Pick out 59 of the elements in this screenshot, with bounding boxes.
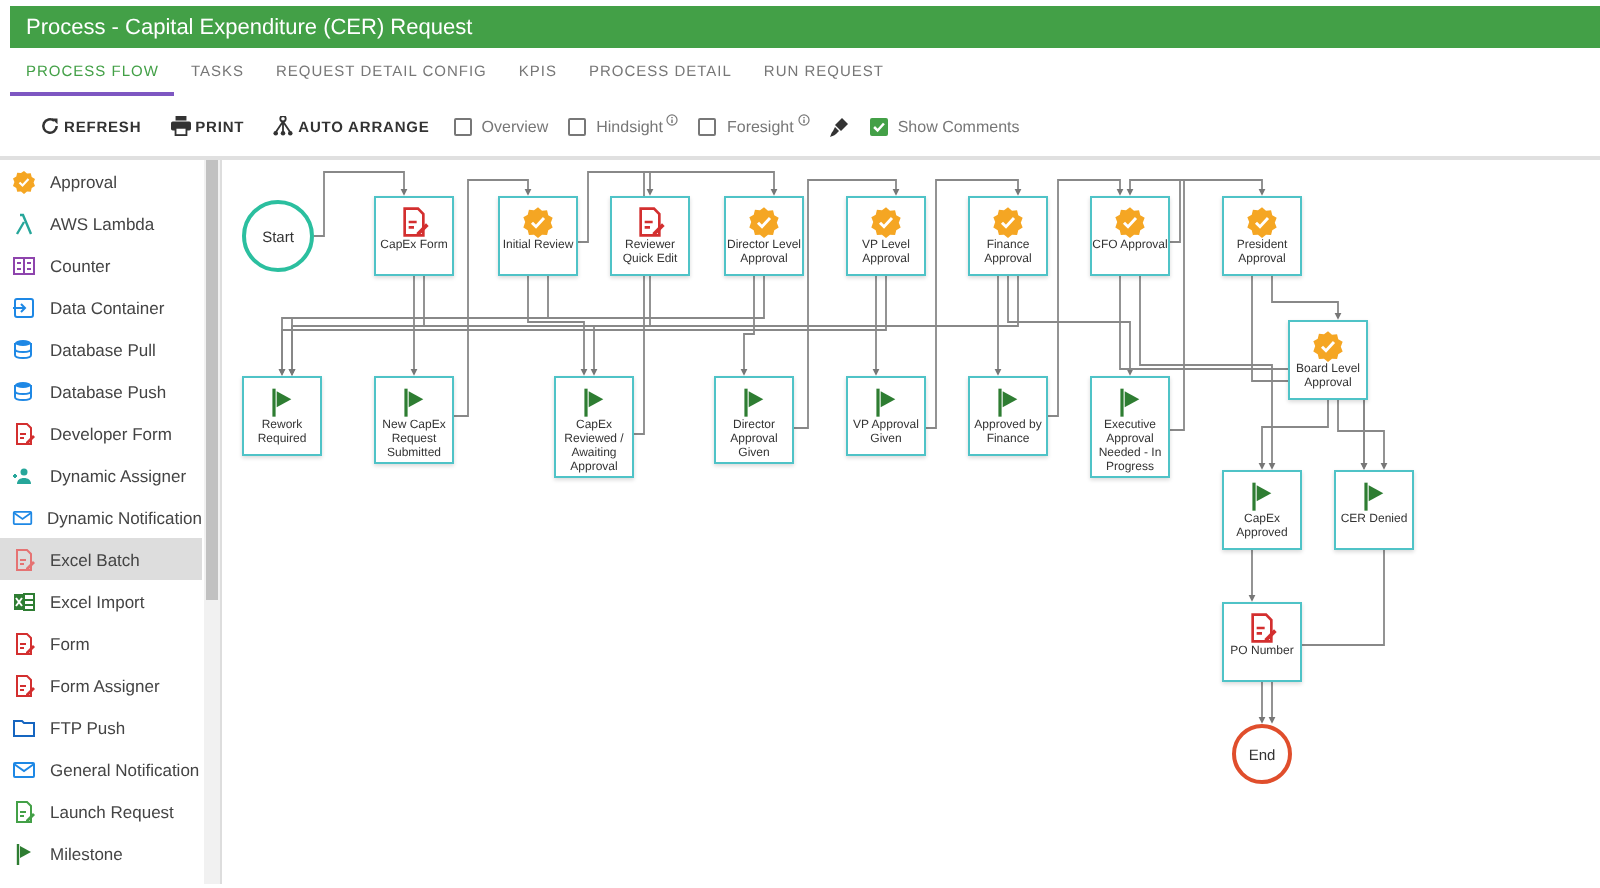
- checkbox[interactable]: [869, 117, 888, 135]
- sidebar-item[interactable]: AWS Lambda: [0, 202, 202, 244]
- sidebar-item[interactable]: Excel Import: [0, 580, 202, 622]
- spreadsheet-icon: [12, 589, 36, 613]
- flag-icon: [12, 841, 36, 865]
- envelope-icon: [12, 505, 34, 529]
- badge-icon: [992, 206, 1024, 238]
- document-icon: [1246, 612, 1278, 644]
- sidebar-item[interactable]: Dynamic Assigner: [0, 454, 202, 496]
- badge-icon: [12, 169, 36, 193]
- folder-icon: [12, 715, 36, 739]
- checkbox[interactable]: [698, 117, 717, 135]
- sidebar-item[interactable]: Database Push: [0, 370, 202, 412]
- sidebar-item[interactable]: Database Pull: [0, 328, 202, 370]
- scrollbar[interactable]: [204, 160, 220, 884]
- document-icon: [12, 673, 36, 697]
- sidebar-item[interactable]: Counter: [0, 244, 202, 286]
- envelope-icon: [12, 757, 36, 781]
- window-title: Process - Capital Expenditure (CER) Request: [26, 15, 473, 39]
- hierarchy-icon: [272, 116, 295, 136]
- connector-line: [1248, 549, 1256, 602]
- document-icon: [12, 547, 36, 571]
- sidebar-item[interactable]: Dynamic Notification: [0, 496, 202, 538]
- sidebar-item[interactable]: Form: [0, 622, 202, 664]
- badge-icon: [1312, 330, 1344, 362]
- sidebar-item[interactable]: Launch Request: [0, 790, 202, 832]
- sidebar-item[interactable]: FTP Push: [0, 706, 202, 748]
- checkbox[interactable]: [568, 117, 587, 135]
- sidebar-item[interactable]: Milestone: [0, 832, 202, 874]
- database-icon: [12, 337, 36, 361]
- sidebar-item[interactable]: Developer Form: [0, 412, 202, 454]
- sidebar-item[interactable]: Excel Batch: [0, 538, 202, 580]
- badge-icon: [1246, 206, 1278, 238]
- database-icon: [12, 379, 36, 403]
- refresh-icon: [40, 116, 60, 136]
- badge-icon: [1114, 206, 1146, 238]
- sidebar-item[interactable]: Form Assigner: [0, 664, 202, 706]
- counter-icon: [12, 253, 36, 277]
- badge-icon: [748, 206, 780, 238]
- sidebar-item[interactable]: General Notification: [0, 748, 202, 790]
- brush-icon[interactable]: [829, 115, 850, 137]
- checkbox-label: Overview: [481, 117, 549, 135]
- people-icon: [12, 463, 36, 487]
- document-icon: [12, 421, 36, 445]
- badge-icon: [522, 206, 554, 238]
- document-icon: [12, 631, 36, 655]
- lambda-icon: [12, 211, 36, 235]
- document-icon: [398, 206, 430, 238]
- print-icon: [169, 116, 192, 136]
- sidebar-item[interactable]: Data Container: [0, 286, 202, 328]
- badge-icon: [870, 206, 902, 238]
- document-icon: [634, 206, 666, 238]
- document-icon: [12, 799, 36, 823]
- checkbox-label: Foresight: [726, 117, 794, 135]
- checkbox[interactable]: [453, 117, 472, 135]
- connector-line: [313, 171, 408, 237]
- checkbox-label: Show Comments: [897, 117, 1020, 135]
- checkbox-label: Hindsight: [596, 117, 663, 135]
- sidebar-item[interactable]: Approval: [0, 160, 202, 202]
